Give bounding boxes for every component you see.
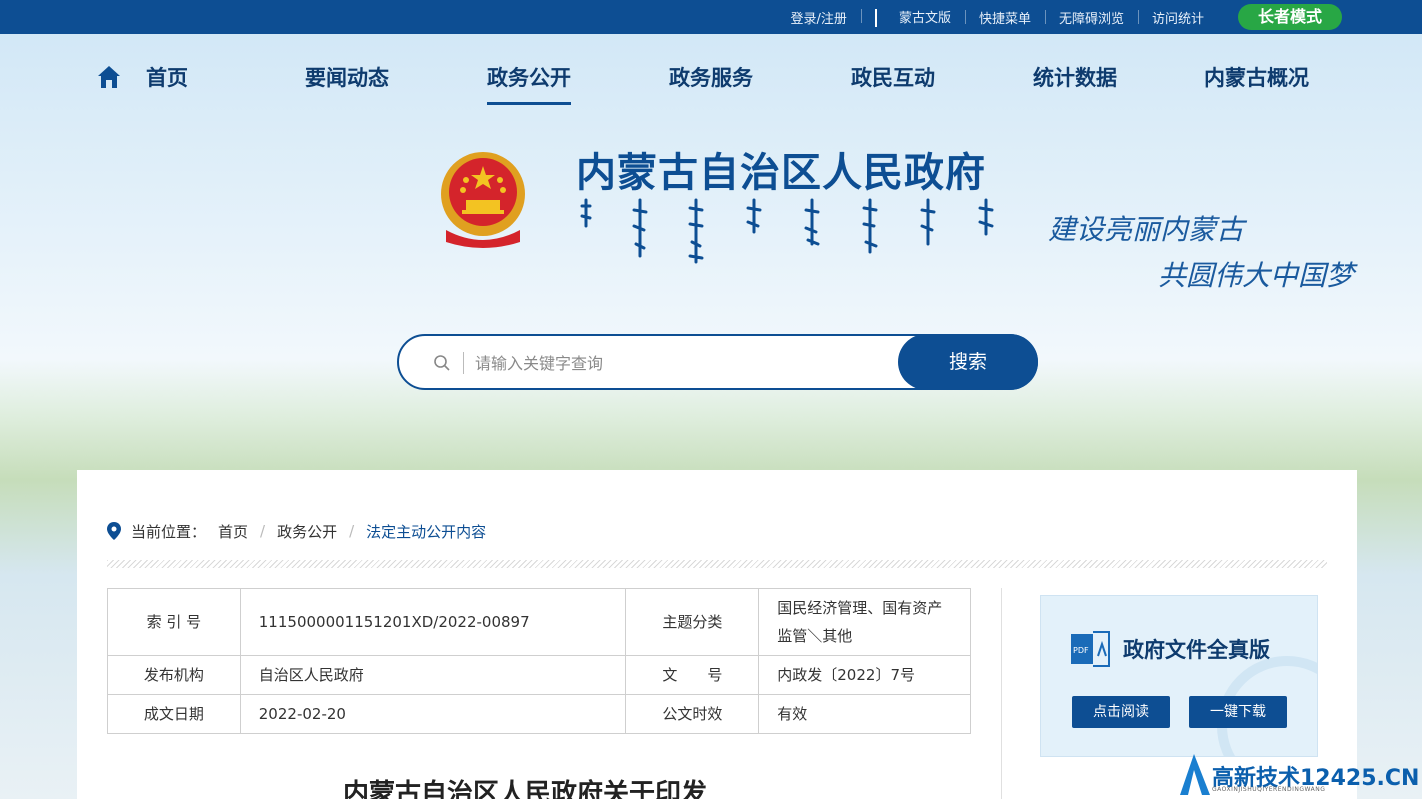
hatch-divider <box>107 560 1327 568</box>
breadcrumb-gov-affairs[interactable]: 政务公开 <box>277 521 337 542</box>
mongolian-script-icon <box>874 9 883 28</box>
visit-stats-link[interactable]: 访问统计 <box>1137 8 1218 27</box>
accessibility-link[interactable]: 无障碍浏览 <box>1044 8 1138 27</box>
elder-mode-button[interactable]: 长者模式 <box>1238 4 1342 30</box>
login-register-link[interactable]: 登录/注册 <box>777 8 861 27</box>
table-row: 索 引 号 1115000001151201XD/2022-00897 主题分类… <box>107 588 971 656</box>
table-label: 主题分类 <box>625 588 760 656</box>
table-value: 国民经济管理、国有资产监管＼其他 <box>758 588 971 656</box>
mongolian-title-icon <box>580 198 994 264</box>
search-divider <box>463 352 464 374</box>
svg-text:PDF: PDF <box>1073 646 1089 655</box>
nav-news[interactable]: 要闻动态 <box>305 62 389 92</box>
metadata-table: 索 引 号 1115000001151201XD/2022-00897 主题分类… <box>107 588 971 734</box>
content-panel: 当前位置： 首页 / 政务公开 / 法定主动公开内容 索 引 号 1115000… <box>77 470 1357 799</box>
pdf-document-icon: PDF <box>1071 631 1110 667</box>
top-bar: 登录/注册 蒙古文版 快捷菜单 无障碍浏览 访问统计 长者模式 <box>0 0 1422 34</box>
main-nav: 首页 要闻动态 政务公开 政务服务 政民互动 统计数据 内蒙古概况 <box>0 34 1422 114</box>
watermark: 高新技术12425.CN GAOXINJISHUQIYERENDINGWANG <box>1176 750 1422 799</box>
slogan-line-1: 建设亮丽内蒙古 <box>1048 213 1245 246</box>
download-button[interactable]: 一键下载 <box>1189 696 1287 728</box>
table-value: 有效 <box>758 694 971 734</box>
breadcrumb-separator: / <box>349 522 355 540</box>
site-title: 内蒙古自治区人民政府 <box>576 150 986 196</box>
national-emblem-icon <box>441 152 525 248</box>
search-bar: 搜索 <box>397 334 1038 390</box>
quick-menu-link[interactable]: 快捷菜单 <box>964 8 1045 27</box>
search-input[interactable] <box>475 350 895 376</box>
document-card: PDF 政府文件全真版 点击阅读 一键下载 <box>1040 595 1318 757</box>
mongolian-version-link[interactable]: 蒙古文版 <box>860 7 965 28</box>
nav-overview[interactable]: 内蒙古概况 <box>1204 62 1309 92</box>
read-online-button[interactable]: 点击阅读 <box>1072 696 1170 728</box>
table-value: 自治区人民政府 <box>239 655 627 695</box>
nav-statistics[interactable]: 统计数据 <box>1033 62 1117 92</box>
table-label: 发布机构 <box>107 655 241 695</box>
location-pin-icon <box>107 522 121 540</box>
breadcrumb: 当前位置： 首页 / 政务公开 / 法定主动公开内容 <box>107 520 486 542</box>
breadcrumb-label: 当前位置： <box>131 522 207 541</box>
table-label: 成文日期 <box>107 694 241 734</box>
table-label: 文 号 <box>625 655 760 695</box>
search-icon <box>434 355 450 371</box>
watermark-subtext: GAOXINJISHUQIYERENDINGWANG <box>1212 786 1326 793</box>
table-label: 公文时效 <box>625 694 760 734</box>
nav-interaction[interactable]: 政民互动 <box>851 62 935 92</box>
slogan-line-2: 共圆伟大中国梦 <box>1158 259 1355 292</box>
slogan: 建设亮丽内蒙古 共圆伟大中国梦 <box>1048 208 1368 308</box>
table-value: 内政发〔2022〕7号 <box>758 655 971 695</box>
nav-gov-affairs[interactable]: 政务公开 <box>487 62 571 105</box>
breadcrumb-home[interactable]: 首页 <box>218 521 248 542</box>
table-value: 1115000001151201XD/2022-00897 <box>239 588 627 656</box>
column-divider <box>1001 588 1002 799</box>
breadcrumb-current[interactable]: 法定主动公开内容 <box>366 521 486 542</box>
breadcrumb-separator: / <box>260 522 266 540</box>
table-row: 成文日期 2022-02-20 公文时效 有效 <box>107 694 971 734</box>
table-label: 索 引 号 <box>107 588 241 656</box>
nav-home[interactable]: 首页 <box>146 62 188 92</box>
table-value: 2022-02-20 <box>239 694 627 734</box>
article-title: 内蒙古自治区人民政府关于印发 <box>343 779 708 799</box>
nav-gov-services[interactable]: 政务服务 <box>669 62 753 92</box>
document-card-title: 政府文件全真版 <box>1123 637 1270 662</box>
search-button[interactable]: 搜索 <box>898 334 1038 390</box>
table-row: 发布机构 自治区人民政府 文 号 内政发〔2022〕7号 <box>107 655 971 695</box>
watermark-logo-icon <box>1180 754 1210 795</box>
